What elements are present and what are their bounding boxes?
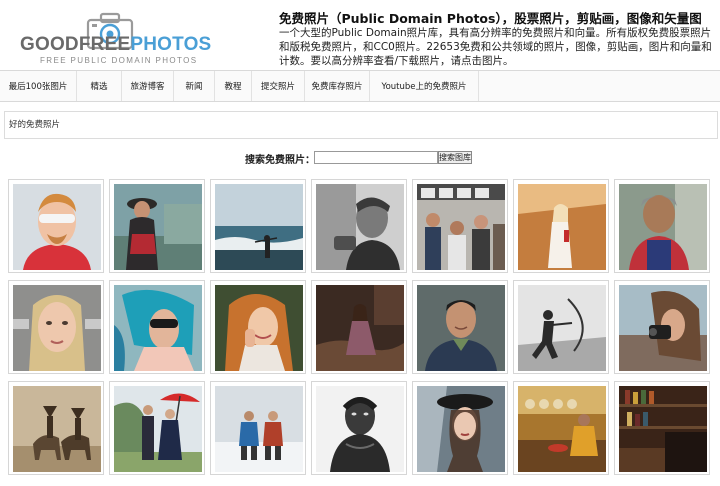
photo-man-mud-portrait	[316, 386, 404, 472]
photo-woman-laughing	[215, 285, 303, 371]
search-label: 搜索免费照片：	[245, 155, 315, 166]
nav-item-youtube[interactable]: Youtube上的免费照片	[370, 71, 479, 101]
photo-tile[interactable]	[311, 280, 407, 374]
nav-item-submit-photo[interactable]: 提交照片	[252, 71, 305, 101]
photo-native-riders-sepia	[13, 386, 101, 472]
photo-tile[interactable]	[412, 381, 508, 475]
search-input[interactable]	[314, 151, 438, 164]
photo-tile[interactable]	[109, 381, 205, 475]
photo-people-in-bus	[417, 184, 505, 270]
photo-tile[interactable]	[8, 179, 104, 273]
photo-tile[interactable]	[311, 179, 407, 273]
nav-item-free-stock[interactable]: 免费库存照片	[305, 71, 370, 101]
intro-title: 免费照片（Public Domain Photos），股票照片，剪贴画，图像和矢…	[279, 11, 702, 26]
logo-tagline: FREE PUBLIC DOMAIN PHOTOS	[40, 56, 198, 65]
photo-tile[interactable]	[412, 179, 508, 273]
photo-chef-in-kitchen	[518, 386, 606, 472]
photo-tile[interactable]	[8, 381, 104, 475]
photo-woman-black-hat	[417, 386, 505, 472]
photo-tile[interactable]	[210, 381, 306, 475]
nav-item-latest-100[interactable]: 最后100张图片	[0, 71, 77, 101]
photo-tile[interactable]	[311, 381, 407, 475]
photo-tile[interactable]	[8, 280, 104, 374]
search-button[interactable]: 搜索图库	[438, 151, 472, 164]
photo-girl-in-golden-field	[518, 184, 606, 270]
nav-item-featured[interactable]: 精选	[77, 71, 122, 101]
photo-tile[interactable]	[109, 280, 205, 374]
logo-wordmark: GOODFREEPHOTOS	[20, 34, 212, 55]
photo-bar-shelves	[619, 386, 707, 472]
photo-archer-black-and-white	[518, 285, 606, 371]
photo-woman-hat-red-dress	[114, 184, 202, 270]
photo-tile[interactable]	[614, 179, 710, 273]
photo-tile[interactable]	[513, 179, 609, 273]
photo-people-in-snow	[215, 386, 303, 472]
search-bar: 搜索免费照片： 搜索图库	[0, 150, 720, 166]
photo-man-with-white-sunglasses	[13, 184, 101, 270]
photo-old-woman-smiling	[619, 184, 707, 270]
photo-tile[interactable]	[412, 280, 508, 374]
photo-asian-man-smiling	[417, 285, 505, 371]
photo-couple-red-umbrella	[114, 386, 202, 472]
photo-blue-haired-woman	[114, 285, 202, 371]
photo-woman-close-portrait	[13, 285, 101, 371]
photo-tile[interactable]	[513, 381, 609, 475]
photo-ocean-waves-shore	[215, 184, 303, 270]
nav-item-news[interactable]: 新闻	[174, 71, 215, 101]
photo-tile[interactable]	[614, 381, 710, 475]
photo-girl-with-camera	[619, 285, 707, 371]
breadcrumb: 好的免费照片	[4, 111, 718, 139]
photo-tile[interactable]	[210, 280, 306, 374]
photo-tile[interactable]	[513, 280, 609, 374]
photo-tile[interactable]	[109, 179, 205, 273]
photo-man-black-and-white	[316, 184, 404, 270]
page-header: GOODFREEPHOTOS FREE PUBLIC DOMAIN PHOTOS…	[0, 0, 720, 70]
main-nav: 最后100张图片 精选 旅游博客 新闻 教程 提交照片 免费库存照片 Youtu…	[0, 70, 720, 102]
photo-tile[interactable]	[614, 280, 710, 374]
intro-text: 一个大型的Public Domain照片库，具有高分辨率的免费照片和向量。所有版…	[279, 27, 712, 67]
breadcrumb-text: 好的免费照片	[9, 120, 61, 130]
photo-tile[interactable]	[210, 179, 306, 273]
nav-item-tutorials[interactable]: 教程	[215, 71, 252, 101]
nav-item-travel-blog[interactable]: 旅游博客	[122, 71, 174, 101]
photo-woman-sitting-rocks	[316, 285, 404, 371]
site-logo[interactable]: GOODFREEPHOTOS FREE PUBLIC DOMAIN PHOTOS	[18, 4, 218, 65]
